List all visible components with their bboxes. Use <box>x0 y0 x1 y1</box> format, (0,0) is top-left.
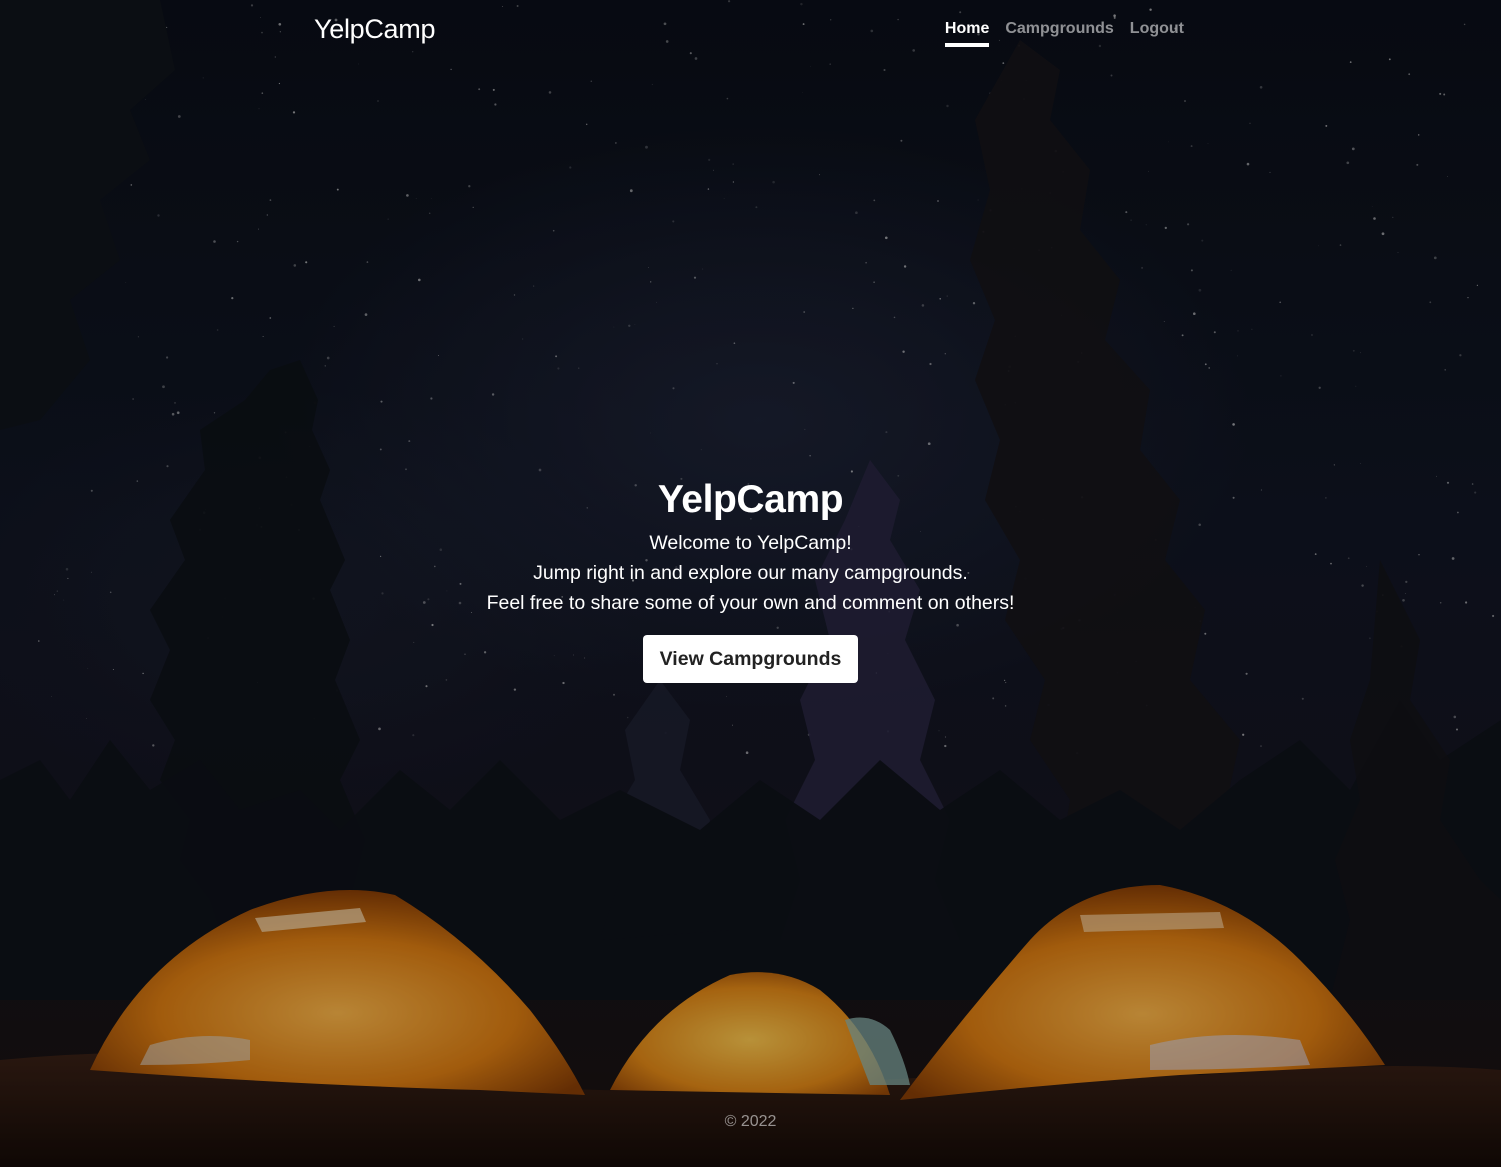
hero-line-share: Feel free to share some of your own and … <box>486 592 1015 614</box>
hero-line-explore: Jump right in and explore our many campg… <box>533 562 968 584</box>
hero-line-welcome: Welcome to YelpCamp! <box>649 532 852 554</box>
hero: YelpCamp Welcome to YelpCamp! Jump right… <box>0 478 1501 683</box>
nav-campgrounds[interactable]: Campgrounds <box>1005 19 1113 47</box>
view-campgrounds-button[interactable]: View Campgrounds <box>642 635 859 683</box>
site-footer: © 2022 <box>0 1113 1501 1131</box>
cover-page: YelpCamp Home Campgrounds Logout YelpCam… <box>0 0 1501 1167</box>
site-header: YelpCamp Home Campgrounds Logout <box>0 0 1501 60</box>
brand-logo[interactable]: YelpCamp <box>314 14 435 45</box>
nav-logout[interactable]: Logout <box>1130 19 1184 47</box>
nav-home[interactable]: Home <box>944 19 990 47</box>
main-nav: Home Campgrounds Logout <box>944 19 1184 47</box>
copyright-text: © 2022 <box>724 1113 777 1130</box>
hero-title: YelpCamp <box>657 478 844 521</box>
